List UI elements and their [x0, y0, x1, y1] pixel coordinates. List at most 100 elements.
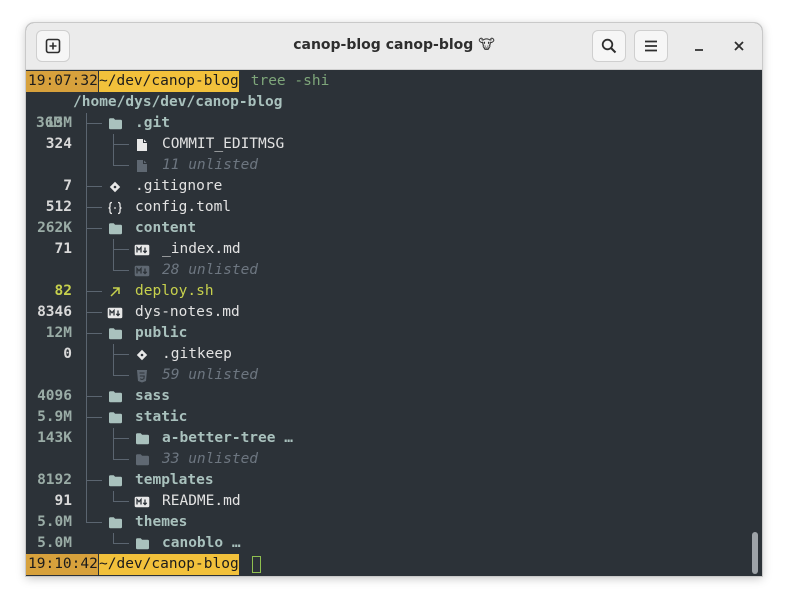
file-size: 13M — [45, 115, 72, 131]
prompt-line: 19:07:32 ~/dev/canop-blog tree -shi — [26, 71, 726, 92]
tree-guide — [86, 155, 87, 176]
tree-row: 59 unlisted — [26, 365, 726, 386]
markdown-icon — [134, 263, 150, 278]
markdown-icon — [107, 305, 123, 320]
tree-guide — [113, 144, 129, 145]
tree-guide — [86, 239, 87, 260]
file-size: 71 — [54, 241, 72, 257]
folder-icon — [107, 116, 123, 131]
git-icon — [134, 347, 150, 362]
directory-name: canoblo … — [162, 535, 241, 551]
minimize-button[interactable] — [682, 30, 716, 62]
hamburger-icon — [645, 40, 657, 52]
file-size: 262K — [37, 220, 72, 236]
tree-row: 8192 templates — [26, 470, 726, 491]
scrollbar[interactable] — [748, 70, 762, 576]
file-size: 12M — [45, 325, 72, 341]
file-icon — [134, 158, 150, 173]
tree-guide — [86, 228, 102, 229]
tree-guide — [86, 491, 87, 512]
directory-name: .git — [135, 115, 170, 131]
tree-root: 36M /home/dys/dev/canop-blog — [26, 92, 726, 131]
tree-guide — [86, 396, 102, 397]
tree-row: 4096 sass — [26, 386, 726, 407]
prompt-line-current: 19:10:42 ~/dev/canop-blog — [26, 554, 726, 575]
tree-row: 5.9M static — [26, 407, 726, 428]
tree-row: 8346 dys-notes.md — [26, 302, 726, 323]
folder-icon — [107, 389, 123, 404]
prompt-path: ~/dev/canop-blog — [99, 554, 239, 575]
tree-row: 71 _index.md — [26, 239, 726, 260]
tree-guide — [86, 344, 87, 365]
file-size: 82 — [54, 283, 72, 299]
title-bar: canop-blog canop-blog 🐮 — [26, 23, 762, 70]
file-name: README.md — [162, 493, 241, 509]
file-icon — [134, 137, 150, 152]
unlisted-count: 11 unlisted — [162, 157, 259, 173]
scrollbar-thumb[interactable] — [752, 532, 758, 574]
directory-name: themes — [135, 514, 188, 530]
tree-guide — [86, 365, 87, 386]
tree-row: 13M .git — [26, 113, 726, 134]
root-path: /home/dys/dev/canop-blog — [73, 94, 283, 110]
tree-row: 5.0M themes — [26, 512, 726, 533]
arrow-up-right-icon — [107, 284, 123, 299]
minimize-icon — [695, 49, 703, 51]
file-size: 8346 — [37, 304, 72, 320]
directory-name: content — [135, 220, 197, 236]
tree-guide — [113, 165, 129, 166]
close-button[interactable] — [722, 30, 756, 62]
search-button[interactable] — [592, 30, 626, 62]
html-icon — [134, 368, 150, 383]
menu-button[interactable] — [634, 30, 668, 62]
file-name: deploy.sh — [135, 283, 214, 299]
folder-icon — [107, 221, 123, 236]
tree-guide — [113, 438, 129, 439]
tree-guide — [113, 501, 129, 502]
file-name: COMMIT_EDITMSG — [162, 136, 285, 152]
tree-row: 0 .gitkeep — [26, 344, 726, 365]
file-size: 0 — [63, 346, 72, 362]
file-size: 5.9M — [37, 409, 72, 425]
tree-guide — [86, 449, 87, 470]
folder-icon — [134, 452, 150, 467]
prompt-command: tree -shi — [242, 73, 330, 89]
tree-guide — [86, 417, 102, 418]
tree-guide — [86, 291, 102, 292]
folder-icon — [107, 473, 123, 488]
folder-icon — [107, 410, 123, 425]
directory-name: templates — [135, 472, 214, 488]
tree-guide — [113, 375, 129, 376]
tree-row: 33 unlisted — [26, 449, 726, 470]
folder-icon — [134, 536, 150, 551]
close-icon — [734, 41, 744, 51]
file-name: _index.md — [162, 241, 241, 257]
tree-row: 7 .gitignore — [26, 176, 726, 197]
tree-row: 12M public — [26, 323, 726, 344]
tree-guide — [86, 333, 102, 334]
tree-guide — [113, 270, 129, 271]
tree-guide — [86, 260, 87, 281]
folder-icon — [134, 431, 150, 446]
file-size: 512 — [45, 199, 72, 215]
file-size: 91 — [54, 493, 72, 509]
tree-row: 143K a-better-tree … — [26, 428, 726, 449]
file-size: 7 — [63, 178, 72, 194]
terminal-output[interactable]: 19:07:32 ~/dev/canop-blog tree -shi 36M … — [26, 70, 748, 576]
tree-guide — [86, 186, 102, 187]
folder-icon — [107, 326, 123, 341]
git-icon — [107, 179, 123, 194]
markdown-icon — [134, 494, 150, 509]
folder-icon — [107, 515, 123, 530]
text-cursor — [252, 556, 261, 573]
tree-guide — [113, 543, 129, 544]
tree-row: 5.0M canoblo … — [26, 533, 726, 554]
directory-name: static — [135, 409, 188, 425]
file-name: config.toml — [135, 199, 232, 215]
tree-guide — [113, 354, 129, 355]
terminal-window: canop-blog canop-blog 🐮 19:07:32 ~/dev/c… — [26, 23, 762, 576]
tree-guide — [86, 312, 102, 313]
file-size: 8192 — [37, 472, 72, 488]
tree-row: 82 deploy.sh — [26, 281, 726, 302]
prompt-time: 19:10:42 — [26, 554, 98, 575]
